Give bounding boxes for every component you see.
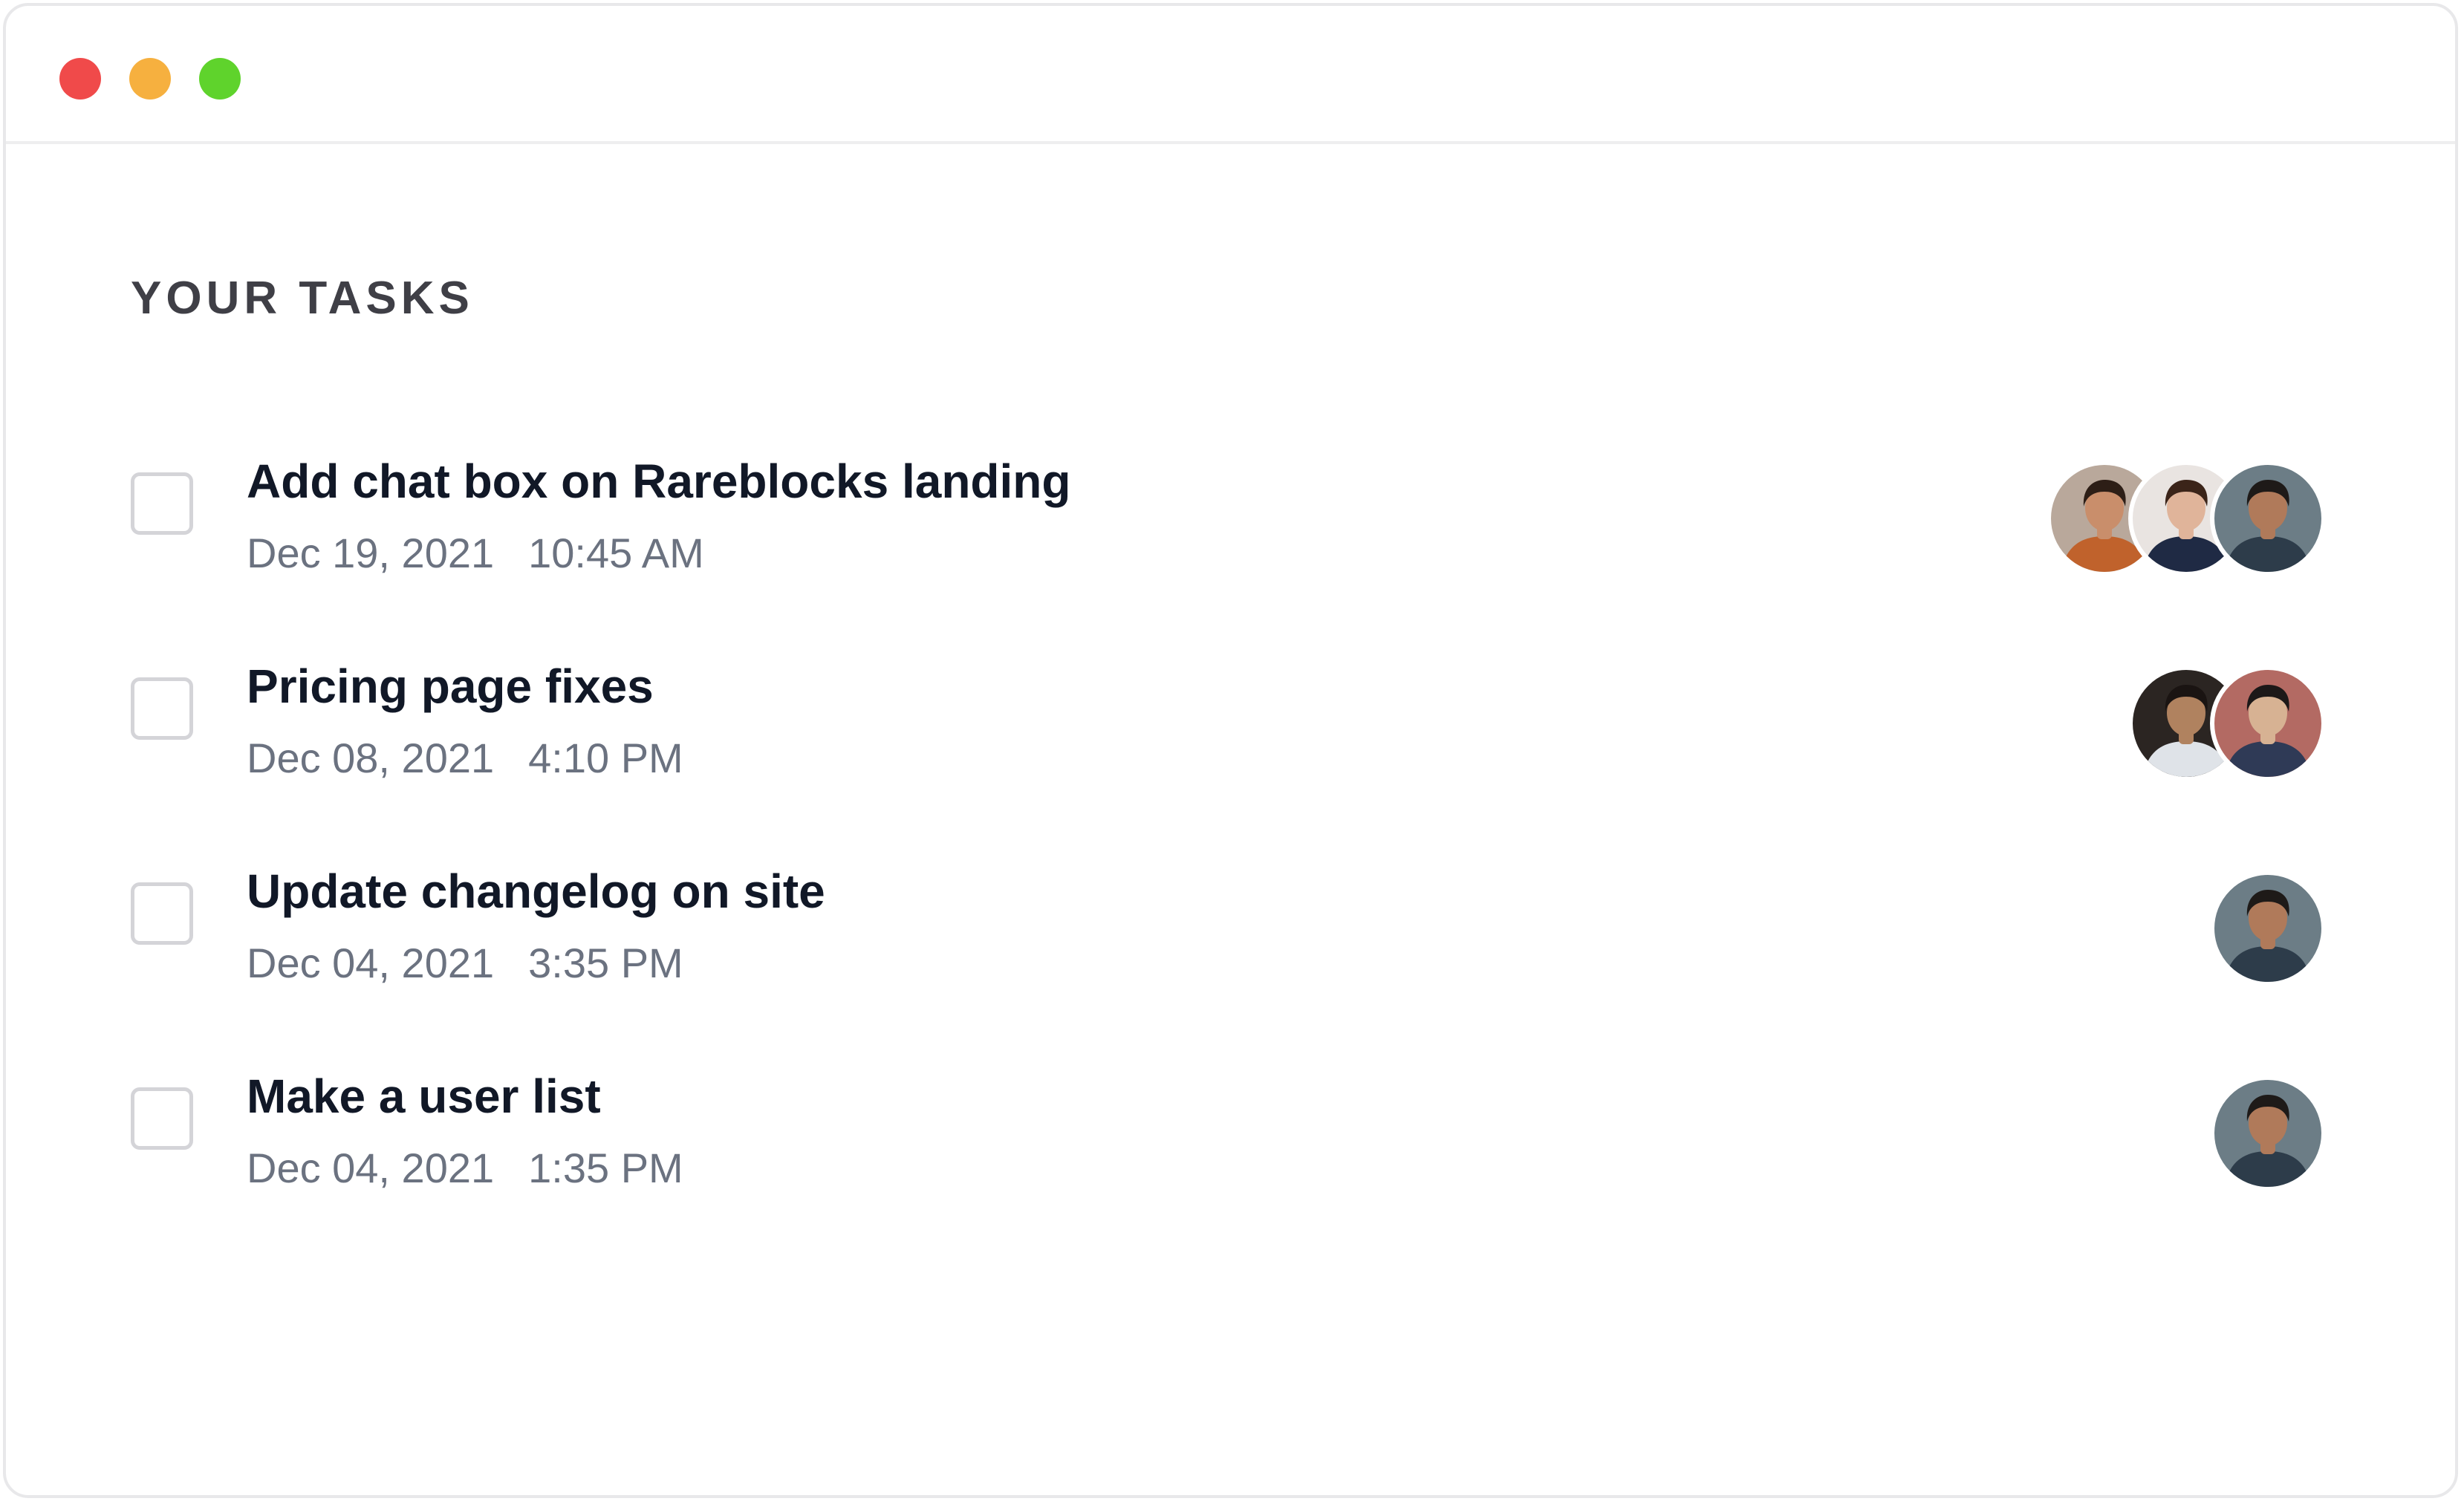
task-title[interactable]: Make a user list: [247, 1067, 601, 1126]
person-icon: [2225, 480, 2311, 572]
maximize-window-button[interactable]: [199, 58, 241, 100]
title-bar: [6, 6, 2455, 144]
task-title[interactable]: Pricing page fixes: [247, 657, 654, 716]
task-due: Dec 08, 2021 4:10 PM: [247, 732, 683, 784]
task-time: 1:35 PM: [528, 1145, 683, 1191]
task-item[interactable]: Make a user list Dec 04, 2021 1:35 PM: [6, 1070, 2455, 1223]
task-checkbox[interactable]: [131, 472, 193, 535]
task-item[interactable]: Add chat box on Rareblocks landing Dec 19…: [6, 455, 2455, 608]
task-title[interactable]: Add chat box on Rareblocks landing: [247, 452, 1070, 511]
task-date: Dec 19, 2021: [247, 530, 495, 576]
task-item[interactable]: Update changelog on site Dec 04, 2021 3:35…: [6, 865, 2455, 1018]
task-due: Dec 04, 2021 1:35 PM: [247, 1142, 683, 1194]
task-item[interactable]: Pricing page fixes Dec 08, 2021 4:10 PM: [6, 660, 2455, 813]
minimize-window-button[interactable]: [129, 58, 171, 100]
task-date: Dec 04, 2021: [247, 940, 495, 986]
app-window: YOUR TASKS Add chat box on Rareblocks la…: [3, 3, 2458, 1498]
close-window-button[interactable]: [59, 58, 101, 100]
avatar[interactable]: [2210, 1075, 2326, 1191]
task-time: 3:35 PM: [528, 940, 683, 986]
assignee-avatars: [2047, 459, 2326, 578]
task-due: Dec 04, 2021 3:35 PM: [247, 937, 683, 989]
task-date: Dec 08, 2021: [247, 735, 495, 781]
avatar[interactable]: [2210, 460, 2326, 576]
task-checkbox[interactable]: [131, 882, 193, 945]
avatar[interactable]: [2210, 870, 2326, 986]
task-checkbox[interactable]: [131, 1087, 193, 1150]
task-time: 10:45 AM: [528, 530, 704, 576]
section-title: YOUR TASKS: [131, 273, 474, 324]
task-due: Dec 19, 2021 10:45 AM: [247, 527, 704, 579]
task-checkbox[interactable]: [131, 677, 193, 740]
person-icon: [2225, 890, 2311, 982]
task-date: Dec 04, 2021: [247, 1145, 495, 1191]
assignee-avatars: [2210, 1074, 2326, 1193]
avatar[interactable]: [2210, 665, 2326, 781]
person-icon: [2225, 685, 2311, 777]
assignee-avatars: [2128, 664, 2326, 783]
task-time: 4:10 PM: [528, 735, 683, 781]
assignee-avatars: [2210, 869, 2326, 988]
person-icon: [2225, 1095, 2311, 1187]
task-title[interactable]: Update changelog on site: [247, 862, 825, 921]
